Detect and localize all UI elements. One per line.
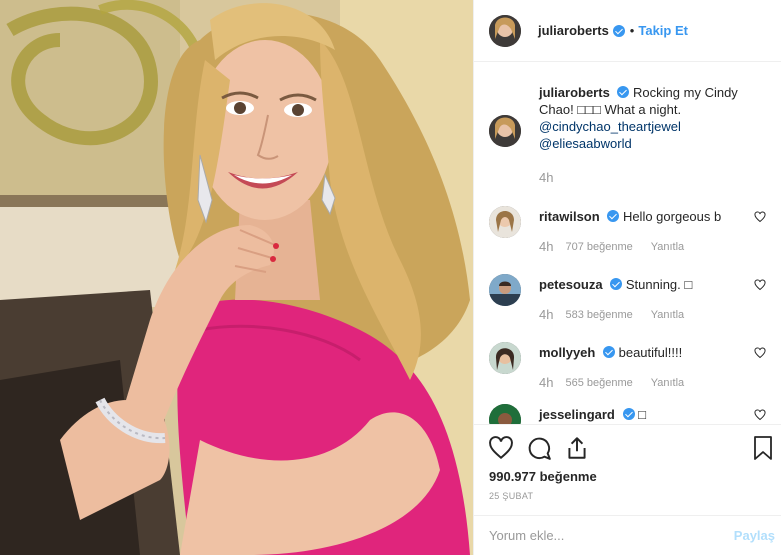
verified-badge-icon [622,408,635,420]
avatar[interactable] [489,274,521,306]
comment-username[interactable]: mollyyeh [539,345,595,360]
comment-text: Stunning. □ [625,277,693,292]
comment-item: petesouza Stunning. □ 4h 583 beğenme Yan… [489,274,774,322]
comment-username[interactable]: jesselingard [539,407,615,422]
verified-badge-icon [610,278,623,290]
post-comment-button[interactable]: Paylaş [734,528,775,543]
post-date[interactable]: 25 ŞUBAT [489,491,533,501]
comment-username[interactable]: petesouza [539,277,603,292]
verified-badge-icon [617,86,630,98]
add-comment-bar: Yorum ekle... Paylaş [474,515,781,555]
mention-link[interactable]: @cindychao_theartjewel [539,119,681,134]
like-comment-heart-icon[interactable] [754,409,766,421]
comment-username[interactable]: ritawilson [539,209,600,224]
caption-timestamp[interactable]: 4h [539,169,769,186]
comment-timestamp[interactable]: 4h [539,239,553,254]
post-actions: 990.977 beğenme 25 ŞUBAT Yorum ekle... P… [474,424,781,548]
like-heart-icon[interactable] [488,435,514,461]
avatar[interactable] [489,115,521,147]
comments-list[interactable]: juliaroberts Rocking my Cindy Chao! □□□ … [474,62,781,424]
avatar[interactable] [489,14,521,47]
post-header: juliaroberts • Takip Et [474,0,781,62]
username-link[interactable]: juliaroberts [538,23,609,38]
comment-like-count[interactable]: 565 beğenme [565,377,632,389]
follow-button[interactable]: Takip Et [638,23,688,38]
reply-button[interactable]: Yanıtla [651,241,684,253]
comment-text: □ [638,407,646,422]
comment-bubble-icon[interactable] [526,435,552,461]
avatar[interactable] [489,206,521,238]
comment-text: beautiful!!!! [618,345,683,360]
comment-item: ritawilson Hello gorgeous b 4h 707 beğen… [489,206,774,254]
comment-text: Hello gorgeous b [622,209,722,224]
post-caption: juliaroberts Rocking my Cindy Chao! □□□ … [489,84,769,186]
avatar[interactable] [489,342,521,374]
mention-link[interactable]: @eliesaabworld [539,136,632,151]
comment-item: mollyyeh beautiful!!!! 4h 565 beğenme Ya… [489,342,774,390]
like-comment-heart-icon[interactable] [754,347,766,359]
avatar[interactable] [489,404,521,424]
share-icon[interactable] [564,435,590,461]
reply-button[interactable]: Yanıtla [651,309,684,321]
separator-dot: • [629,23,635,38]
like-comment-heart-icon[interactable] [754,211,766,223]
comment-like-count[interactable]: 707 beğenme [565,241,632,253]
caption-username[interactable]: juliaroberts [539,85,610,100]
verified-badge-icon [602,346,615,358]
comment-item: jesselingard □ [489,404,774,424]
post-photo[interactable] [0,0,473,555]
comment-input[interactable]: Yorum ekle... [489,528,564,543]
verified-badge-icon [612,24,625,37]
like-comment-heart-icon[interactable] [754,279,766,291]
verified-badge-icon [607,210,620,222]
comment-timestamp[interactable]: 4h [539,375,553,390]
comment-like-count[interactable]: 583 beğenme [565,309,632,321]
post-photo-illustration [0,0,473,555]
save-bookmark-icon[interactable] [752,435,774,461]
comment-timestamp[interactable]: 4h [539,307,553,322]
reply-button[interactable]: Yanıtla [651,377,684,389]
like-count[interactable]: 990.977 beğenme [489,469,597,484]
post-sidebar: juliaroberts • Takip Et juliaroberts Roc… [473,0,781,555]
